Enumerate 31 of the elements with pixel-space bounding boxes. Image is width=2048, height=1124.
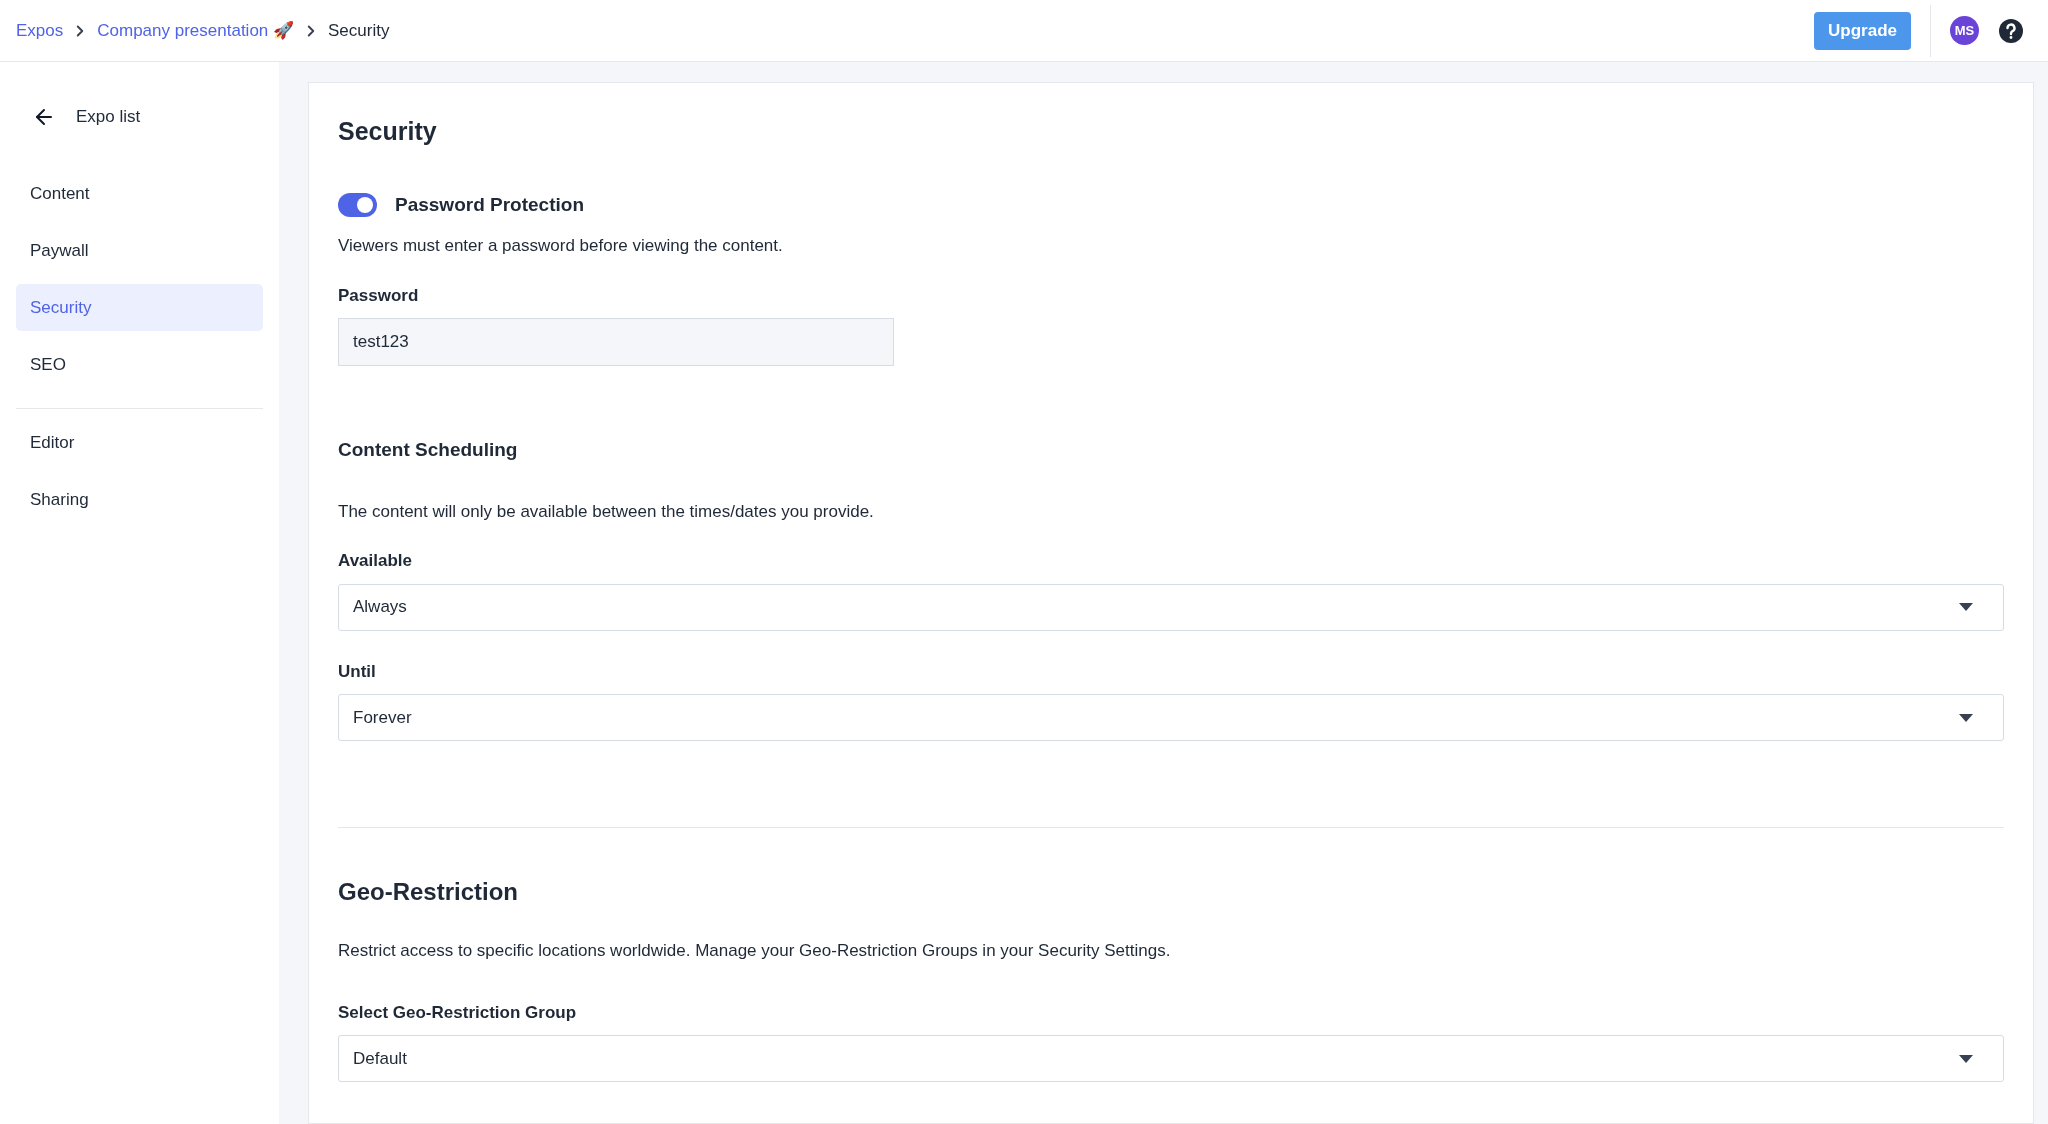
description-text: The content will only be available between the times/dates you provide. [338,500,875,523]
sidebar-item[interactable]: SEO [16,341,263,388]
sidebar-item[interactable]: Editor [16,419,263,466]
section-title: Content Scheduling [338,438,519,462]
field-label: Select Geo-Restriction Group [338,1001,578,1024]
avatar[interactable]: MS [1950,16,1979,45]
caret-icon [1959,603,1973,611]
toggle-switch[interactable] [338,192,377,217]
toggle-label: Password Protection [395,192,584,217]
breadcrumb-link[interactable]: Expos [16,17,64,44]
back-link[interactable]: Expo list [76,104,141,130]
description-text: Restrict access to specific locations worldwide. Manage your Geo-Restriction Groups in your Security Settings. [338,940,1172,962]
sidebar-item[interactable]: Security [16,284,263,331]
sidebar-item[interactable]: Content [16,170,263,217]
dropdown-select[interactable]: Default [338,1035,2004,1082]
dropdown-select[interactable]: Always [338,583,2004,631]
caret-icon [1959,1054,1973,1063]
sidebar-item[interactable]: Paywall [16,227,263,274]
breadcrumb-link[interactable]: Company presentation 🚀 [97,17,295,44]
field-label: Available [338,550,414,572]
help-icon[interactable] [1998,17,2024,44]
field-label: Password [338,284,420,307]
page-title: Security [338,116,438,147]
sidebar-item[interactable]: Sharing [16,476,263,523]
description-text: Viewers must enter a password before viewing the content. [338,235,784,257]
section-title: Geo-Restriction [338,877,520,907]
password-field[interactable]: test123 [338,318,894,366]
field-label: Until [338,660,377,683]
caret-icon [1959,713,1973,722]
breadcrumb-current: Security [328,19,390,42]
dropdown-select[interactable]: Forever [338,694,2004,741]
